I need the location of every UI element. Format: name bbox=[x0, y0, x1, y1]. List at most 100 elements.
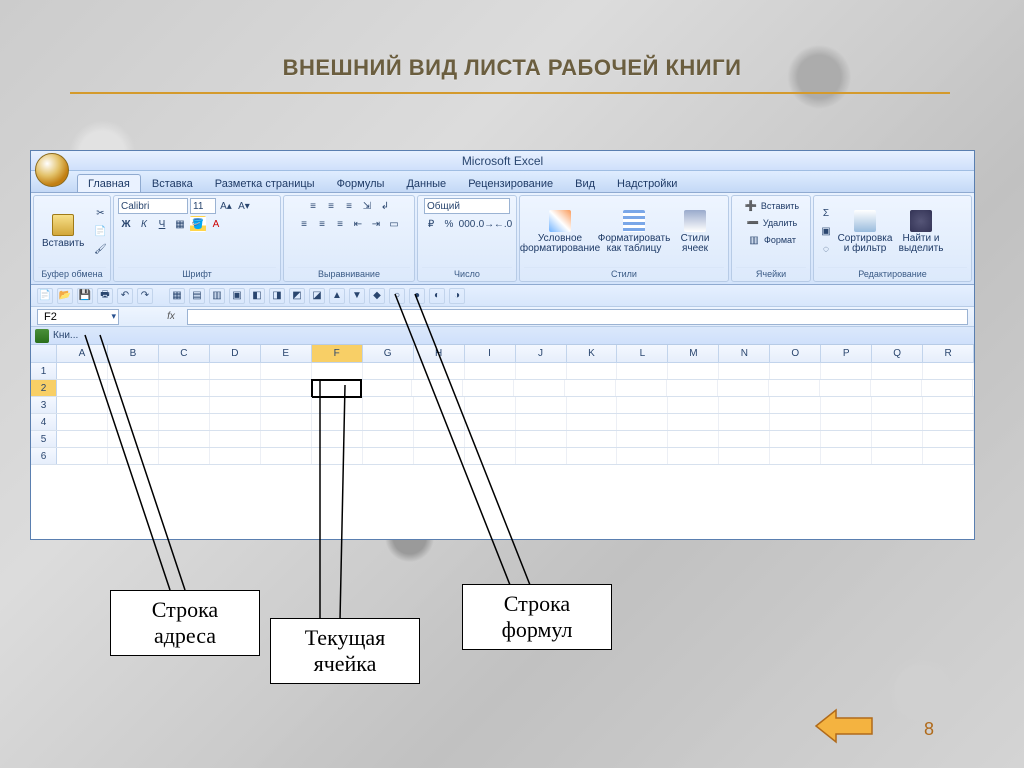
select-all-corner[interactable] bbox=[31, 345, 57, 362]
cell[interactable] bbox=[923, 448, 974, 464]
cell[interactable] bbox=[820, 380, 871, 396]
cell[interactable] bbox=[159, 448, 210, 464]
cell[interactable] bbox=[159, 431, 210, 447]
tab-home[interactable]: Главная bbox=[77, 174, 141, 192]
cell[interactable] bbox=[821, 363, 872, 379]
col-header-H[interactable]: H bbox=[414, 345, 465, 362]
cell[interactable] bbox=[719, 363, 770, 379]
format-painter-button[interactable]: 🖌 bbox=[92, 242, 108, 258]
cell[interactable] bbox=[872, 414, 923, 430]
number-format[interactable] bbox=[424, 198, 510, 214]
cell[interactable] bbox=[363, 397, 414, 413]
col-header-Q[interactable]: Q bbox=[872, 345, 923, 362]
qat-btn[interactable]: ▲ bbox=[329, 288, 345, 304]
italic-button[interactable]: К bbox=[136, 216, 152, 232]
cell[interactable] bbox=[57, 414, 108, 430]
qat-redo[interactable]: ↷ bbox=[137, 288, 153, 304]
cell[interactable] bbox=[770, 397, 821, 413]
cell[interactable] bbox=[210, 431, 261, 447]
fill-color-button[interactable]: 🪣 bbox=[190, 216, 206, 232]
row-header-5[interactable]: 5 bbox=[31, 431, 57, 447]
indent-inc[interactable]: ⇥ bbox=[368, 216, 384, 232]
cell[interactable] bbox=[108, 380, 159, 396]
cell[interactable] bbox=[261, 414, 312, 430]
row-header-4[interactable]: 4 bbox=[31, 414, 57, 430]
cell[interactable] bbox=[514, 380, 565, 396]
cell[interactable] bbox=[668, 431, 719, 447]
cell[interactable] bbox=[617, 448, 668, 464]
cell[interactable] bbox=[159, 380, 210, 396]
dec-decimal[interactable]: ←.0 bbox=[495, 216, 511, 232]
cell[interactable] bbox=[516, 448, 567, 464]
format-cells[interactable]: ▥ bbox=[746, 232, 762, 248]
tab-review[interactable]: Рецензирование bbox=[457, 174, 564, 192]
cell[interactable] bbox=[261, 363, 312, 379]
col-header-M[interactable]: M bbox=[668, 345, 719, 362]
cell[interactable] bbox=[57, 397, 108, 413]
cell[interactable] bbox=[414, 363, 465, 379]
col-header-A[interactable]: A bbox=[57, 345, 108, 362]
cell[interactable] bbox=[668, 448, 719, 464]
cell[interactable] bbox=[210, 363, 261, 379]
cell[interactable] bbox=[923, 414, 974, 430]
tab-formulas[interactable]: Формулы bbox=[326, 174, 396, 192]
underline-button[interactable]: Ч bbox=[154, 216, 170, 232]
qat-save[interactable]: 💾 bbox=[77, 288, 93, 304]
cell[interactable] bbox=[312, 448, 363, 464]
cell[interactable] bbox=[414, 397, 465, 413]
cell[interactable] bbox=[312, 431, 363, 447]
cell[interactable] bbox=[923, 363, 974, 379]
merge-button[interactable]: ▭ bbox=[386, 216, 402, 232]
align-center[interactable]: ≡ bbox=[314, 216, 330, 232]
cell[interactable] bbox=[312, 363, 363, 379]
cell[interactable] bbox=[261, 380, 312, 396]
row-header-3[interactable]: 3 bbox=[31, 397, 57, 413]
cell[interactable] bbox=[821, 414, 872, 430]
tab-view[interactable]: Вид bbox=[564, 174, 606, 192]
qat-btn[interactable]: ▤ bbox=[189, 288, 205, 304]
align-right[interactable]: ≡ bbox=[332, 216, 348, 232]
cell[interactable] bbox=[923, 431, 974, 447]
qat-btn[interactable]: ◩ bbox=[289, 288, 305, 304]
cell[interactable] bbox=[312, 414, 363, 430]
cell[interactable] bbox=[159, 363, 210, 379]
cell[interactable] bbox=[769, 380, 820, 396]
cell[interactable] bbox=[668, 414, 719, 430]
cell[interactable] bbox=[770, 431, 821, 447]
row-header-6[interactable]: 6 bbox=[31, 448, 57, 464]
cell[interactable] bbox=[922, 380, 973, 396]
sort-filter-button[interactable]: Сортировка и фильтр bbox=[838, 208, 892, 256]
tab-pagelayout[interactable]: Разметка страницы bbox=[204, 174, 326, 192]
qat-btn[interactable]: ▥ bbox=[209, 288, 225, 304]
cell[interactable] bbox=[770, 414, 821, 430]
active-cell[interactable] bbox=[311, 379, 362, 398]
col-header-D[interactable]: D bbox=[210, 345, 261, 362]
sheet-grid[interactable]: ABCDEFGHIJKLMNOPQR 123456 bbox=[31, 345, 974, 515]
cell[interactable] bbox=[414, 414, 465, 430]
qat-undo[interactable]: ↶ bbox=[117, 288, 133, 304]
insert-cells[interactable]: ➕ bbox=[743, 198, 759, 214]
cell[interactable] bbox=[567, 448, 618, 464]
cell[interactable] bbox=[363, 448, 414, 464]
col-header-N[interactable]: N bbox=[719, 345, 770, 362]
cell[interactable] bbox=[617, 414, 668, 430]
qat-btn[interactable]: ● bbox=[409, 288, 425, 304]
bold-button[interactable]: Ж bbox=[118, 216, 134, 232]
qat-btn[interactable]: ○ bbox=[389, 288, 405, 304]
qat-new[interactable]: 📄 bbox=[37, 288, 53, 304]
col-header-F[interactable]: F bbox=[312, 345, 363, 362]
col-header-G[interactable]: G bbox=[363, 345, 414, 362]
cell[interactable] bbox=[210, 448, 261, 464]
row-header-2[interactable]: 2 bbox=[31, 380, 57, 396]
cell[interactable] bbox=[465, 448, 516, 464]
cell[interactable] bbox=[108, 363, 159, 379]
cell[interactable] bbox=[210, 380, 261, 396]
qat-btn[interactable]: ▼ bbox=[349, 288, 365, 304]
qat-btn[interactable]: ◆ bbox=[369, 288, 385, 304]
cell[interactable] bbox=[414, 448, 465, 464]
cell[interactable] bbox=[414, 431, 465, 447]
col-header-O[interactable]: O bbox=[770, 345, 821, 362]
row-header-1[interactable]: 1 bbox=[31, 363, 57, 379]
cell[interactable] bbox=[465, 397, 516, 413]
fill-button[interactable]: ▣ bbox=[818, 224, 834, 240]
